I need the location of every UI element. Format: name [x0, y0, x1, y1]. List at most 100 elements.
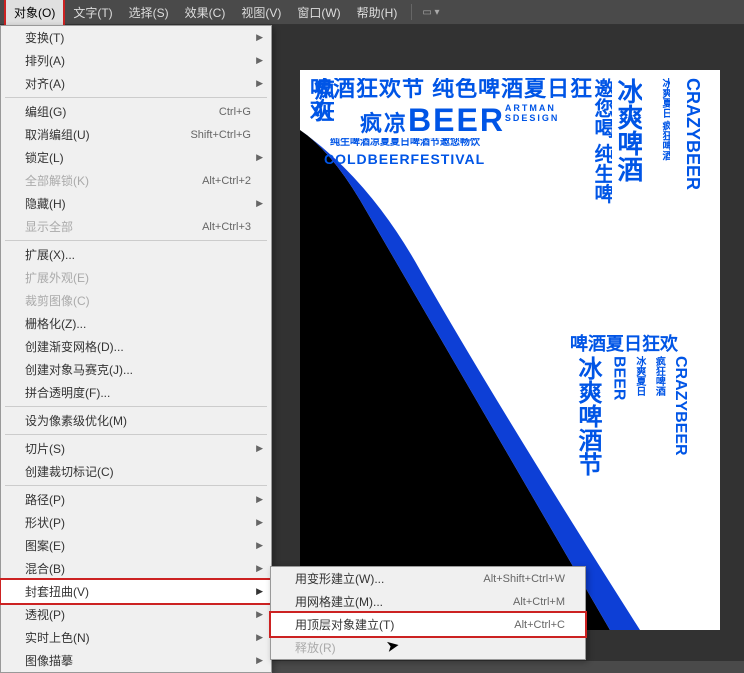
submenu-arrow-icon: ▶	[256, 198, 263, 209]
submenu-arrow-icon: ▶	[256, 586, 263, 597]
text-prefix: 疯凉	[360, 111, 408, 136]
object-menu-item-28[interactable]: 封套扭曲(V) ▶	[0, 578, 273, 605]
menu-item-label: 路径(P)	[25, 491, 251, 508]
menu-item-label: 用顶层对象建立(T)	[295, 616, 514, 633]
menu-shortcut: Shift+Ctrl+G	[190, 129, 251, 141]
menu-item-label: 形状(P)	[25, 514, 251, 531]
submenu-arrow-icon: ▶	[256, 563, 263, 574]
menu-effect[interactable]: 效果(C)	[177, 0, 234, 25]
menu-item-label: 栅格化(Z)...	[25, 315, 251, 332]
menu-item-label: 全部解锁(K)	[25, 172, 202, 189]
menu-shortcut: Ctrl+G	[219, 106, 251, 118]
menu-object[interactable]: 对象(O)	[4, 0, 65, 27]
menu-window[interactable]: 窗口(W)	[289, 0, 348, 25]
object-menu-item-24[interactable]: 路径(P) ▶	[1, 488, 271, 511]
menu-item-label: 封套扭曲(V)	[25, 583, 251, 600]
text-sdesign: SDESIGN	[505, 113, 560, 123]
menu-item-label: 隐藏(H)	[25, 195, 251, 212]
menu-shortcut: Alt+Ctrl+M	[513, 596, 565, 608]
text-festival: COLDBEERFESTIVAL	[324, 152, 485, 166]
menu-item-label: 创建对象马赛克(J)...	[25, 361, 251, 378]
menu-item-label: 锁定(L)	[25, 149, 251, 166]
object-menu-item-11[interactable]: 扩展(X)...	[1, 243, 271, 266]
artboard[interactable]: 疯狂 啤酒狂欢节 纯色啤酒夏日狂欢 疯凉BEERARTMANSDESIGN 纯生…	[300, 70, 720, 630]
text-artman: ARTMAN	[505, 104, 556, 113]
object-menu-item-14[interactable]: 栅格化(Z)...	[1, 312, 271, 335]
menu-item-label: 设为像素级优化(M)	[25, 412, 251, 429]
menu-item-label: 裁剪图像(C)	[25, 292, 251, 309]
submenu-arrow-icon: ▶	[256, 517, 263, 528]
menubar: 对象(O) 文字(T) 选择(S) 效果(C) 视图(V) 窗口(W) 帮助(H…	[0, 0, 744, 25]
menu-item-label: 创建裁切标记(C)	[25, 463, 251, 480]
text-sub: 纯生啤酒凉夏夏日啤酒节邀您畅饮	[330, 138, 480, 148]
menu-item-label: 拼合透明度(F)...	[25, 384, 251, 401]
menu-item-label: 变换(T)	[25, 29, 251, 46]
text-v4: CRAZYBEER	[672, 78, 702, 190]
menu-help[interactable]: 帮助(H)	[349, 0, 406, 25]
separator	[411, 4, 412, 20]
submenu-arrow-icon: ▶	[256, 55, 263, 66]
menu-item-label: 取消编组(U)	[25, 126, 190, 143]
menu-separator	[5, 97, 267, 98]
menu-item-label: 对齐(A)	[25, 75, 251, 92]
object-menu-item-16[interactable]: 创建对象马赛克(J)...	[1, 358, 271, 381]
menu-shortcut: Alt+Shift+Ctrl+W	[483, 573, 565, 585]
object-menu-item-1[interactable]: 排列(A) ▶	[1, 49, 271, 72]
submenu-arrow-icon: ▶	[256, 540, 263, 551]
menu-item-label: 混合(B)	[25, 560, 251, 577]
object-menu-item-22[interactable]: 创建裁切标记(C)	[1, 460, 271, 483]
menu-item-label: 图案(E)	[25, 537, 251, 554]
panel-icon[interactable]: ▭ ▾	[422, 7, 439, 18]
text-v1: 邀您喝 纯生啤	[590, 78, 612, 204]
menu-item-label: 排列(A)	[25, 52, 251, 69]
object-menu-item-17[interactable]: 拼合透明度(F)...	[1, 381, 271, 404]
lower-text-block: 啤酒夏日狂欢 冰爽啤酒节 BEER 冰爽夏日 疯狂啤酒 CRAZYBEER	[570, 330, 720, 590]
menu-view[interactable]: 视图(V)	[233, 0, 289, 25]
lower-title: 啤酒夏日狂欢	[570, 330, 720, 356]
object-menu-item-8[interactable]: 隐藏(H) ▶	[1, 192, 271, 215]
menu-item-label: 透视(P)	[25, 606, 251, 623]
object-menu: 变换(T)▶排列(A)▶对齐(A)▶编组(G)Ctrl+G取消编组(U)Shif…	[0, 25, 272, 673]
object-menu-item-21[interactable]: 切片(S) ▶	[1, 437, 271, 460]
menu-select[interactable]: 选择(S)	[121, 0, 177, 25]
object-menu-item-27[interactable]: 混合(B) ▶	[1, 557, 271, 580]
object-menu-item-13: 裁剪图像(C)	[1, 289, 271, 312]
envelope-submenu-item-1[interactable]: 用网格建立(M)...Alt+Ctrl+M	[271, 590, 585, 613]
submenu-arrow-icon: ▶	[256, 609, 263, 620]
object-menu-item-5[interactable]: 取消编组(U)Shift+Ctrl+G	[1, 123, 271, 146]
object-menu-item-15[interactable]: 创建渐变网格(D)...	[1, 335, 271, 358]
menu-shortcut: Alt+Ctrl+2	[202, 175, 251, 187]
submenu-arrow-icon: ▶	[256, 494, 263, 505]
menu-item-label: 用网格建立(M)...	[295, 593, 513, 610]
envelope-submenu-item-2[interactable]: 用顶层对象建立(T)Alt+Ctrl+C	[269, 611, 587, 638]
lower-v4: 疯狂啤酒	[651, 356, 666, 396]
submenu-arrow-icon: ▶	[256, 32, 263, 43]
object-menu-item-29[interactable]: 透视(P) ▶	[1, 603, 271, 626]
lower-v3: 冰爽夏日	[632, 356, 647, 396]
text-beer-large: 疯凉BEERARTMANSDESIGN	[360, 104, 559, 136]
object-menu-item-19[interactable]: 设为像素级优化(M)	[1, 409, 271, 432]
object-menu-item-4[interactable]: 编组(G)Ctrl+G	[1, 100, 271, 123]
object-menu-item-26[interactable]: 图案(E) ▶	[1, 534, 271, 557]
menu-type[interactable]: 文字(T)	[65, 0, 120, 25]
submenu-arrow-icon: ▶	[256, 443, 263, 454]
menu-item-label: 编组(G)	[25, 103, 219, 120]
menu-item-label: 扩展外观(E)	[25, 269, 251, 286]
envelope-submenu-item-0[interactable]: 用变形建立(W)...Alt+Shift+Ctrl+W	[271, 567, 585, 590]
object-menu-item-2[interactable]: 对齐(A) ▶	[1, 72, 271, 95]
envelope-submenu-item-3: 释放(R)	[271, 636, 585, 659]
object-menu-item-9: 显示全部Alt+Ctrl+3	[1, 215, 271, 238]
object-menu-item-6[interactable]: 锁定(L)▶	[1, 146, 271, 169]
object-menu-item-0[interactable]: 变换(T) ▶	[1, 26, 271, 49]
envelope-submenu: 用变形建立(W)...Alt+Shift+Ctrl+W用网格建立(M)...Al…	[270, 566, 586, 660]
object-menu-item-7: 全部解锁(K)Alt+Ctrl+2	[1, 169, 271, 192]
object-menu-item-30[interactable]: 实时上色(N)▶	[1, 626, 271, 649]
object-menu-item-25[interactable]: 形状(P) ▶	[1, 511, 271, 534]
menu-shortcut: Alt+Ctrl+C	[514, 619, 565, 631]
lower-v5: CRAZYBEER	[671, 356, 689, 456]
menu-item-label: 用变形建立(W)...	[295, 570, 483, 587]
menu-item-label: 创建渐变网格(D)...	[25, 338, 251, 355]
menu-item-label: 切片(S)	[25, 440, 251, 457]
menu-separator	[5, 434, 267, 435]
submenu-arrow-icon: ▶	[256, 78, 263, 89]
